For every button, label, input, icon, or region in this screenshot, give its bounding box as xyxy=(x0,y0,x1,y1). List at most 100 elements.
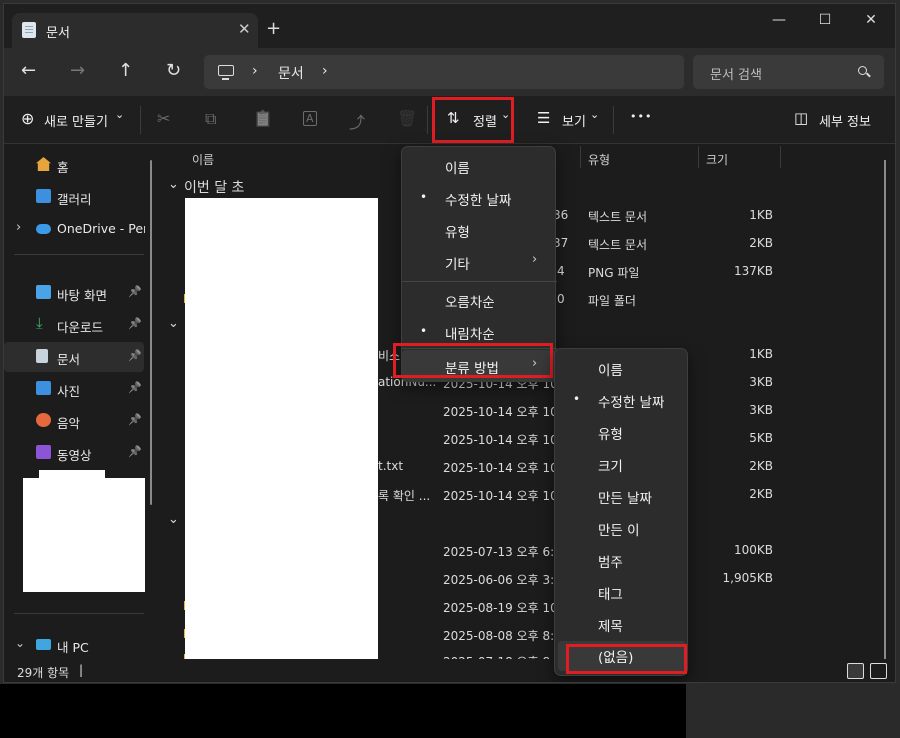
sidebar-item-label: OneDrive - Pers xyxy=(57,221,145,236)
sort-menu-item-ascending[interactable]: 오름차순 xyxy=(402,284,557,316)
column-divider[interactable] xyxy=(580,146,581,168)
share-icon[interactable]: ⤴ xyxy=(349,109,365,133)
sidebar-item-pictures[interactable]: 사진 📌 xyxy=(4,374,144,404)
paste-icon[interactable]: 📋 xyxy=(253,109,273,128)
sort-menu-item-date-modified[interactable]: • 수정한 날짜 xyxy=(402,182,557,214)
group-menu-item-date-created[interactable]: 만든 날짜 xyxy=(555,480,689,512)
tab-close-button[interactable]: ✕ xyxy=(238,20,251,38)
sort-menu-item-name[interactable]: 이름 xyxy=(402,150,557,182)
up-button[interactable]: ↑ xyxy=(118,60,133,81)
row-type: 텍스트 문서 xyxy=(588,238,648,252)
search-box[interactable]: 문서 검색 xyxy=(693,55,884,89)
group-menu-item-title[interactable]: 제목 xyxy=(555,608,689,640)
forward-button[interactable]: → xyxy=(70,60,85,81)
new-tab-button[interactable]: + xyxy=(266,18,281,39)
video-icon xyxy=(36,445,51,459)
delete-icon[interactable]: 🗑 xyxy=(397,109,417,128)
selected-bullet-icon: • xyxy=(573,392,581,406)
row-date: 2025-10-14 오후 10 xyxy=(443,405,558,419)
pin-icon: 📌 xyxy=(128,413,142,426)
minimize-button[interactable]: — xyxy=(756,12,802,34)
menu-item-label: 내림차순 xyxy=(445,327,495,343)
chevron-down-icon[interactable]: ⌄ xyxy=(168,316,179,331)
chevron-down-icon[interactable]: ⌄ xyxy=(168,512,179,527)
new-button[interactable]: 새로 만들기 xyxy=(44,111,108,130)
sidebar-item-desktop[interactable]: 바탕 화면 📌 xyxy=(4,278,144,308)
sidebar-scrollbar[interactable] xyxy=(150,160,152,505)
sidebar-item-videos[interactable]: 동영상 📌 xyxy=(4,438,144,468)
view-button[interactable]: 보기 xyxy=(562,111,586,130)
expand-chevron-icon[interactable]: › xyxy=(16,220,21,235)
group-menu-item-category[interactable]: 범주 xyxy=(555,544,689,576)
sidebar-item-home[interactable]: 홈 xyxy=(4,150,144,180)
group-menu-item-tag[interactable]: 태그 xyxy=(555,576,689,608)
menu-item-label: 유형 xyxy=(598,427,623,443)
column-divider[interactable] xyxy=(698,146,699,168)
menu-item-label: 범주 xyxy=(598,555,623,571)
sort-menu-item-type[interactable]: 유형 xyxy=(402,214,557,246)
pin-icon: 📌 xyxy=(128,349,142,362)
column-header-size[interactable]: 크기 xyxy=(706,151,728,168)
row-size: 3KB xyxy=(749,403,773,417)
sidebar-divider xyxy=(14,254,144,255)
details-pane-icon: ◫ xyxy=(794,109,809,127)
expand-chevron-icon[interactable]: ⌄ xyxy=(15,636,25,650)
maximize-button[interactable]: ☐ xyxy=(802,12,848,34)
chevron-down-icon[interactable]: ⌄ xyxy=(168,177,179,192)
breadcrumb-separator[interactable]: › xyxy=(322,63,328,79)
more-options-button[interactable]: ••• xyxy=(630,110,652,123)
row-name[interactable]: t.txt xyxy=(378,459,403,473)
sidebar-item-onedrive[interactable]: › OneDrive - Pers xyxy=(4,214,145,244)
navigation-bar: ← → ↑ ↻ › 문서 › 문서 검색 xyxy=(4,48,895,96)
copy-icon[interactable]: ⧉ xyxy=(205,109,216,129)
group-menu-item-type[interactable]: 유형 xyxy=(555,416,689,448)
pictures-icon xyxy=(36,381,51,395)
column-header-type[interactable]: 유형 xyxy=(588,151,610,168)
details-view-icon[interactable] xyxy=(847,663,864,679)
sidebar-item-downloads[interactable]: ⤓ 다운로드 📌 xyxy=(4,310,144,340)
row-size: 3KB xyxy=(749,375,773,389)
sidebar-item-label: 음악 xyxy=(57,416,81,431)
close-window-button[interactable]: ✕ xyxy=(848,12,894,34)
sidebar-item-documents[interactable]: 문서 📌 xyxy=(4,342,144,372)
sidebar-item-music[interactable]: 음악 📌 xyxy=(4,406,144,436)
group-menu-item-name[interactable]: 이름 xyxy=(555,352,689,384)
breadcrumb-separator[interactable]: › xyxy=(252,63,258,79)
sidebar-item-this-pc[interactable]: ⌄ 내 PC xyxy=(4,630,144,660)
row-date: 2025-08-19 오후 10 xyxy=(443,601,558,615)
refresh-button[interactable]: ↻ xyxy=(166,60,181,81)
pin-icon: 📌 xyxy=(128,381,142,394)
title-bar: 문서 ✕ + — ☐ ✕ xyxy=(4,4,895,48)
navigation-pane: 홈 갤러리 › OneDrive - Pers 바탕 화면 📌 ⤓ 다운로드 📌… xyxy=(4,144,156,659)
row-name[interactable]: 록 확인 ... xyxy=(378,487,430,504)
menu-item-label: 수정한 날짜 xyxy=(445,193,512,209)
chevron-down-icon: ⌄ xyxy=(115,108,125,121)
tab-label: 문서 xyxy=(46,26,70,41)
group-menu-item-author[interactable]: 만든 이 xyxy=(555,512,689,544)
tab-documents[interactable]: 문서 ✕ xyxy=(12,13,258,48)
selected-bullet-icon: • xyxy=(420,324,428,338)
column-header-name[interactable]: 이름 xyxy=(192,151,214,168)
details-button[interactable]: 세부 정보 xyxy=(819,111,871,130)
large-icons-view-icon[interactable] xyxy=(870,663,887,679)
sort-menu-item-more[interactable]: 기타 › xyxy=(402,246,557,278)
group-menu-item-size[interactable]: 크기 xyxy=(555,448,689,480)
sidebar-item-label: 사진 xyxy=(57,384,81,399)
sidebar-item-label: 갤러리 xyxy=(57,192,92,207)
group-menu-item-date-modified[interactable]: • 수정한 날짜 xyxy=(555,384,689,416)
row-size: 100KB xyxy=(733,543,773,557)
back-button[interactable]: ← xyxy=(21,60,36,81)
rename-icon[interactable]: A xyxy=(303,111,317,126)
column-divider[interactable] xyxy=(780,146,781,168)
sidebar-item-label: 동영상 xyxy=(57,448,92,463)
list-scrollbar[interactable] xyxy=(884,160,886,660)
group-header-this-month[interactable]: 이번 달 초 xyxy=(184,177,244,197)
menu-item-label: 이름 xyxy=(445,161,470,177)
address-bar[interactable]: › 문서 › xyxy=(204,55,684,89)
row-date: 2025-10-14 오후 10 xyxy=(443,433,558,447)
cut-icon[interactable]: ✂ xyxy=(157,109,170,128)
sidebar-item-gallery[interactable]: 갤러리 xyxy=(4,182,144,212)
gallery-icon xyxy=(36,189,51,203)
row-date: 2025-10-14 오후 10 xyxy=(443,489,558,503)
breadcrumb-documents[interactable]: 문서 xyxy=(278,63,304,83)
